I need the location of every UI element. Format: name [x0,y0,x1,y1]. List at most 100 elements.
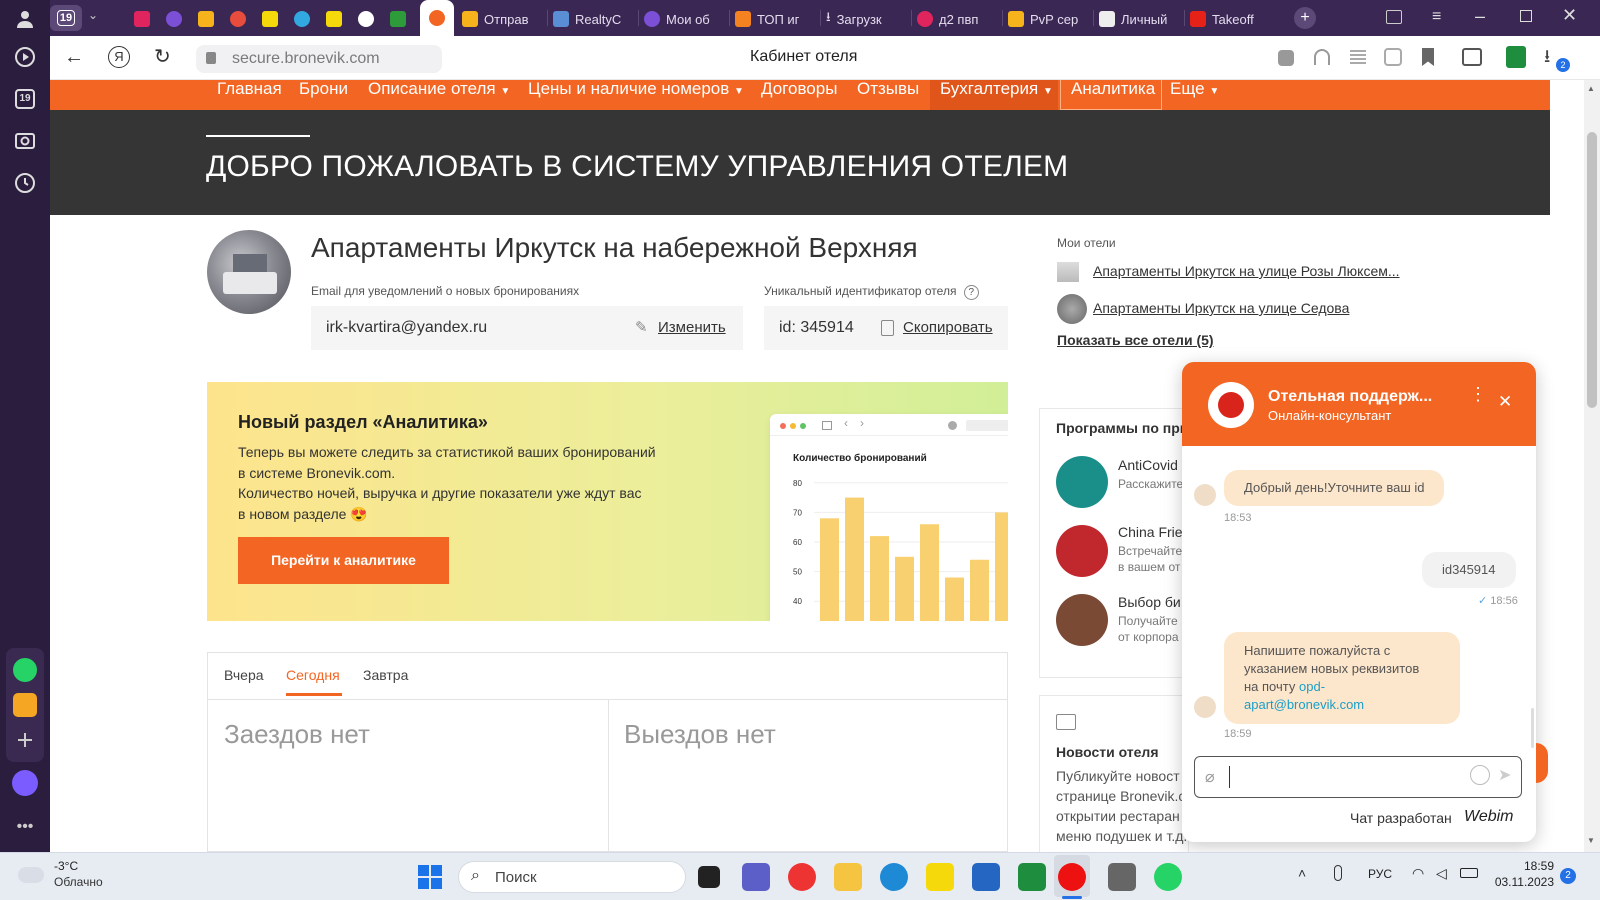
nav-accounting[interactable]: Бухгалтерия ▼ [940,80,1053,110]
whatsapp-icon[interactable] [10,655,40,685]
collections-toolbar-icon[interactable] [1462,48,1482,66]
close-window-icon[interactable]: ✕ [1562,5,1577,26]
chat-email-link[interactable]: opd- [1299,679,1325,694]
volume-icon[interactable]: ◁ [1436,865,1447,882]
history-icon[interactable] [10,168,40,198]
task-view-icon[interactable] [698,866,720,888]
scroll-down-icon[interactable]: ▼ [1587,836,1595,845]
emoji-icon[interactable] [1470,765,1490,785]
help-icon[interactable]: ? [963,285,979,300]
calculator-icon[interactable] [1108,863,1136,891]
explorer-icon[interactable] [834,863,862,891]
nav-reviews[interactable]: Отзывы [857,80,919,110]
extensions-icon[interactable] [1278,50,1294,66]
profile-icon[interactable] [10,4,40,34]
add-panel-icon[interactable] [10,725,40,755]
more-icon[interactable]: ••• [10,812,40,842]
pinned-tab-7[interactable] [326,4,342,34]
chat-scrollbar[interactable] [1531,708,1534,748]
calendar-icon[interactable]: 19 [10,84,40,114]
tray-chevron-icon[interactable]: ˄ [1298,865,1306,881]
tab-yesterday[interactable]: Вчера [224,667,264,683]
pinned-tab-4[interactable] [230,4,246,34]
chat-input[interactable]: ⌀ ➤ [1194,756,1522,798]
microphone-icon[interactable] [1334,865,1342,881]
pinned-tab-3[interactable] [198,4,214,34]
nav-prices[interactable]: Цены и наличие номеров ▼ [528,80,744,110]
pinned-tab-1[interactable] [134,4,150,34]
url-field[interactable]: secure.bronevik.com [196,45,442,73]
pinned-tab-8[interactable] [358,4,374,34]
attach-icon[interactable]: ⌀ [1205,767,1215,787]
page-scrollbar[interactable]: ▲ ▼ [1584,80,1600,852]
pinned-tab-9[interactable] [390,4,408,34]
program-name[interactable]: Выбор би [1118,594,1181,610]
maximize-icon[interactable] [1520,10,1532,22]
tab-count-button[interactable]: 19 [50,5,82,31]
tab-my-objects[interactable]: Мои об [644,4,724,34]
language-indicator[interactable]: РУС [1368,867,1392,881]
notifications-badge[interactable]: 2 [1560,868,1576,884]
yandex-app-icon[interactable] [788,863,816,891]
new-tab-button[interactable]: + [1294,7,1316,29]
pinned-tab-2[interactable] [166,4,182,34]
my-hotel-link[interactable]: Апартаменты Иркутск на улице Седова [1093,300,1349,316]
program-name[interactable]: AntiCovid [1118,457,1178,473]
nav-hotel-description[interactable]: Описание отеля ▼ [368,80,510,110]
wifi-icon[interactable]: ◠ [1412,865,1424,882]
nav-home[interactable]: Главная [217,80,282,110]
nav-bookings[interactable]: Брони [299,80,348,110]
webim-logo[interactable]: Webim [1464,808,1514,826]
store-icon[interactable] [972,863,1000,891]
chat-menu-icon[interactable]: ⋮ [1469,385,1487,403]
edge-icon[interactable] [880,863,908,891]
chat-launcher-edge[interactable] [1536,743,1548,783]
bookmark-icon[interactable] [1422,48,1434,66]
tab-d2-pvp[interactable]: д2 пвп [917,4,997,34]
battery-icon[interactable] [1460,868,1478,878]
send-icon[interactable]: ➤ [1498,765,1511,785]
extension-badge-icon[interactable] [1384,48,1402,66]
show-all-hotels-link[interactable]: Показать все отели (5) [1057,332,1214,348]
yandex-browser-icon[interactable] [1058,863,1086,891]
mail-icon[interactable] [10,690,40,720]
whatsapp-taskbar-icon[interactable] [1154,863,1182,891]
downloads-icon[interactable]: ⭳ [1544,44,1550,74]
tab-downloads[interactable]: ⭳ Загрузк [826,4,906,34]
reload-icon[interactable]: ↻ [154,44,171,69]
reader-icon[interactable] [1350,50,1366,66]
weather-temp[interactable]: -3°C [54,859,78,873]
tab-realty[interactable]: RealtyC [553,4,633,34]
windows-start-icon[interactable] [418,865,442,889]
pinned-tab-5[interactable] [262,4,278,34]
tabs-dropdown-icon[interactable]: ⌄ [88,8,98,22]
chat-close-icon[interactable]: ✕ [1498,392,1512,412]
tab-pvp-servers[interactable]: PvP сер [1008,4,1088,34]
tab-tomorrow[interactable]: Завтра [363,667,408,683]
copy-id-link[interactable]: Скопировать [903,306,993,350]
go-to-analytics-button[interactable]: Перейти к аналитике [238,537,449,584]
scrollbar-thumb[interactable] [1587,132,1597,408]
minimize-icon[interactable]: – [1475,6,1485,27]
screenshot-icon[interactable] [10,126,40,156]
alice-icon[interactable] [10,42,40,72]
tab-today[interactable]: Сегодня [286,667,340,683]
headphones-icon[interactable] [1314,49,1330,65]
scroll-up-icon[interactable]: ▲ [1587,84,1595,93]
chat-email-link[interactable]: apart@bronevik.com [1244,696,1440,714]
yandex-icon[interactable]: Я [108,46,130,68]
alice-assistant-icon[interactable] [10,768,40,798]
back-icon[interactable]: ← [64,46,84,69]
tab-mail[interactable]: Отправ [462,4,542,34]
nav-analytics[interactable]: Аналитика [1071,80,1155,110]
my-hotel-link[interactable]: Апартаменты Иркутск на улице Розы Люксем… [1093,263,1400,279]
menu-icon[interactable]: ≡ [1432,8,1441,26]
stocks-icon[interactable] [926,863,954,891]
tab-personal[interactable]: Личный [1099,4,1179,34]
weather-cloud-icon[interactable] [18,867,44,883]
nav-contracts[interactable]: Договоры [761,80,837,110]
clock-time[interactable]: 18:59 [1502,859,1554,873]
sheets-icon[interactable] [1018,863,1046,891]
taskbar-search[interactable]: ⌕ Поиск [458,861,686,893]
program-name[interactable]: China Frie [1118,524,1183,540]
